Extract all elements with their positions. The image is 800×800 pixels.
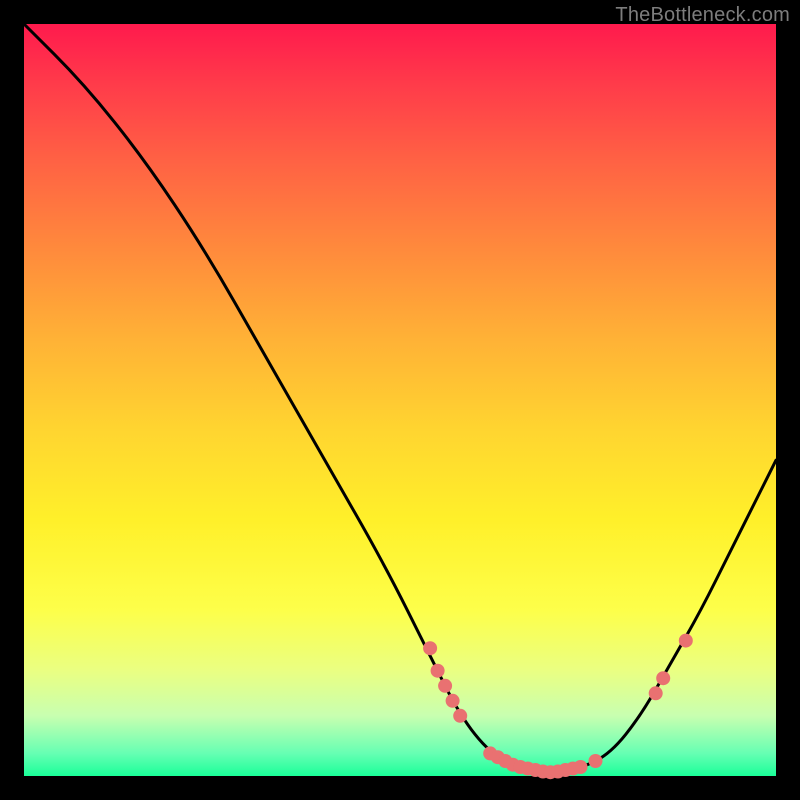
bottleneck-curve — [24, 24, 776, 771]
data-point — [438, 679, 452, 693]
data-point — [649, 686, 663, 700]
data-point — [446, 694, 460, 708]
data-point — [453, 709, 467, 723]
data-point — [589, 754, 603, 768]
data-point — [656, 671, 670, 685]
data-point — [431, 664, 445, 678]
data-point — [423, 641, 437, 655]
bottleneck-curve-chart — [24, 24, 776, 776]
data-point — [574, 760, 588, 774]
data-point — [679, 634, 693, 648]
data-point-group — [423, 634, 693, 780]
